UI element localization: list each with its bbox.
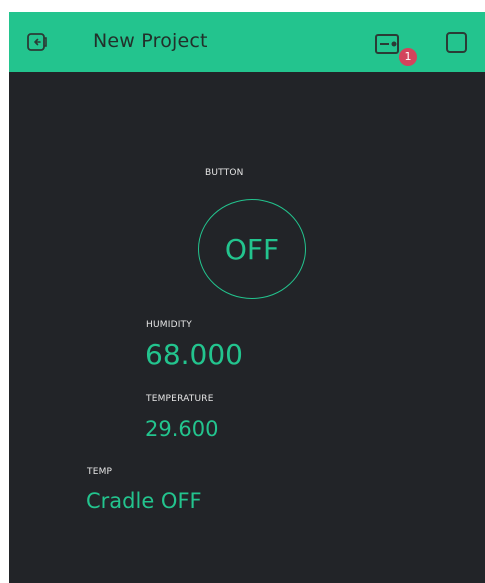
back-icon[interactable] <box>26 31 48 53</box>
temperature-value: 29.600 <box>145 417 219 441</box>
notification-badge: 1 <box>399 48 417 66</box>
toggle-button[interactable]: OFF <box>198 199 306 299</box>
app-screen: New Project 1 BUTTON OFF HUMIDITY 68.000… <box>9 12 485 583</box>
temp-label: TEMP <box>87 467 113 477</box>
button-widget-label: BUTTON <box>205 168 244 178</box>
humidity-value: 68.000 <box>145 338 243 371</box>
top-bar: New Project 1 <box>9 12 485 72</box>
humidity-label: HUMIDITY <box>146 320 192 330</box>
project-title: New Project <box>93 30 208 52</box>
play-button[interactable] <box>446 32 467 53</box>
temperature-label: TEMPERATURE <box>146 394 214 404</box>
temp-value: Cradle OFF <box>86 489 202 513</box>
toggle-button-state: OFF <box>224 232 280 266</box>
